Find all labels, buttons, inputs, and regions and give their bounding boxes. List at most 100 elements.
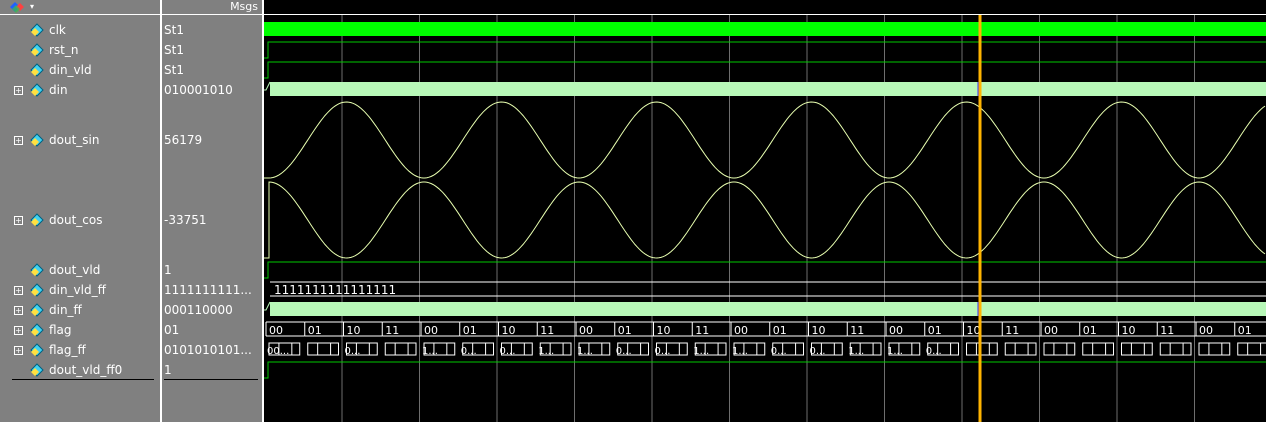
signal-row[interactable]: rst_n St1 [0, 41, 262, 59]
signal-diamond-icon [30, 303, 44, 317]
signal-diamond-icon [30, 213, 44, 227]
signal-diamond-icon [30, 343, 44, 357]
bus-value-label: 1111111111111111 [274, 283, 396, 297]
signal-row[interactable]: dout_vld 1 [0, 261, 262, 279]
bus-trace [270, 82, 1266, 96]
flag-value-label: 01 [928, 324, 942, 337]
expand-icon[interactable]: + [14, 346, 23, 355]
expand-icon[interactable]: + [14, 86, 23, 95]
flag-ff-value-label: 0... [345, 346, 361, 357]
flag-value-label: 11 [1160, 324, 1174, 337]
signal-diamond-icon [30, 63, 44, 77]
signal-name: din_vld [49, 63, 92, 77]
flag-ff-value-label: 1... [577, 346, 593, 357]
chevron-down-icon[interactable]: ▾ [30, 0, 34, 14]
flag-ff-value-label: 0... [616, 346, 632, 357]
flag-ff-value-label: 1... [422, 346, 438, 357]
signal-value: St1 [164, 63, 184, 77]
signal-row[interactable]: + dout_sin 56179 [0, 131, 262, 149]
signal-row[interactable]: clk St1 [0, 21, 262, 39]
flag-value-label: 00 [1044, 324, 1058, 337]
signal-name: dout_sin [49, 133, 100, 147]
bus-segment [1082, 342, 1114, 356]
flag-value-label: 10 [347, 324, 361, 337]
flag-value-label: 11 [850, 324, 864, 337]
flag-value-label: 00 [734, 324, 748, 337]
expand-icon[interactable]: + [14, 326, 23, 335]
flag-value-label: 00 [424, 324, 438, 337]
bus-segment [1198, 342, 1231, 356]
flag-ff-value-label: 0... [461, 346, 477, 357]
flag-ff-value-label: 1... [887, 346, 903, 357]
signal-row[interactable]: + din 010001010 [0, 81, 262, 99]
wave-header [264, 0, 1266, 15]
signal-row[interactable]: + din_vld_ff 1111111111... [0, 281, 262, 299]
signal-name: din [49, 83, 68, 97]
signal-value: 0101010101... [164, 343, 252, 357]
signal-row[interactable]: + dout_cos -33751 [0, 211, 262, 229]
signal-diamond-icon [30, 23, 44, 37]
signal-row[interactable]: + flag 01 [0, 321, 262, 339]
flag-value-label: 11 [540, 324, 554, 337]
flag-ff-value-label: 0... [926, 346, 942, 357]
signal-value: 1111111111... [164, 283, 252, 297]
flag-value-label: 11 [695, 324, 709, 337]
bus-segment [1043, 342, 1076, 356]
flag-value-label: 11 [385, 324, 399, 337]
flag-value-label: 10 [812, 324, 826, 337]
flag-ff-value-label: 1... [848, 346, 864, 357]
signal-value: -33751 [164, 213, 207, 227]
signal-value: 000110000 [164, 303, 233, 317]
signal-value: 1 [164, 363, 172, 377]
msgs-label: Msgs [230, 0, 258, 13]
flag-value-label: 10 [657, 324, 671, 337]
signal-row[interactable]: dout_vld_ff0 1 [0, 361, 262, 379]
expand-icon[interactable]: + [14, 306, 23, 315]
row-divider [12, 379, 154, 380]
analog-trace [264, 101, 1266, 179]
flag-value-label: 00 [269, 324, 283, 337]
bus-segment [1121, 342, 1153, 356]
waveform-canvas[interactable]: 1111111111111111 00 01 10 11 00 01 10 11 00 01 10 11… [264, 15, 1266, 422]
bus-segment [1159, 342, 1192, 356]
signal-diamond-icon [30, 133, 44, 147]
waveform-window-icon[interactable] [8, 1, 28, 13]
expand-icon[interactable]: + [14, 136, 23, 145]
bus-trace [270, 302, 1266, 316]
flag-value-label: 10 [1122, 324, 1136, 337]
bit-trace [264, 361, 1266, 379]
signal-diamond-icon [30, 83, 44, 97]
flag-value-label: 00 [889, 324, 903, 337]
signal-name: flag [49, 323, 72, 337]
signal-name: clk [49, 23, 66, 37]
flag-value-label: 01 [1238, 324, 1252, 337]
bus-edge [264, 81, 271, 91]
flag-ff-value-label: 0... [771, 346, 787, 357]
signal-value: 01 [164, 323, 180, 337]
signal-row[interactable]: + flag_ff 0101010101... [0, 341, 262, 359]
signal-row[interactable]: + din_ff 000110000 [0, 301, 262, 319]
names-header: ▾ [0, 0, 160, 15]
flag-value-label: 10 [967, 324, 981, 337]
signal-diamond-icon [30, 43, 44, 57]
signal-diamond-icon [30, 363, 44, 377]
flag-value-label: 01 [773, 324, 787, 337]
msgs-header: Msgs [162, 0, 262, 15]
flag-value-label: 00 [579, 324, 593, 337]
flag-ff-value-label: 0... [655, 346, 671, 357]
flag-ff-value-label: 0... [500, 346, 516, 357]
signal-row[interactable]: din_vld St1 [0, 61, 262, 79]
expand-icon[interactable]: + [14, 216, 23, 225]
signal-name: din_vld_ff [49, 283, 106, 297]
flag-value-label: 00 [1199, 324, 1213, 337]
signal-name: dout_cos [49, 213, 103, 227]
flag-value-label: 01 [1083, 324, 1097, 337]
bus-segment [1004, 342, 1037, 356]
flag-value-label: 10 [502, 324, 516, 337]
expand-icon[interactable]: + [14, 286, 23, 295]
flag-value-label: 01 [308, 324, 322, 337]
bus-segment [966, 342, 998, 356]
flag-value-label: 11 [1005, 324, 1019, 337]
signal-diamond-icon [30, 283, 44, 297]
flag-value-label: 01 [618, 324, 632, 337]
